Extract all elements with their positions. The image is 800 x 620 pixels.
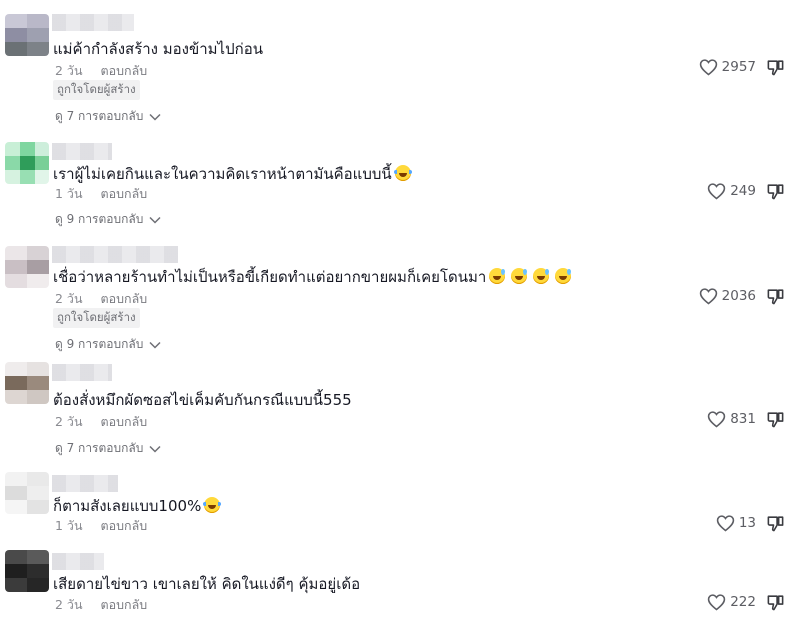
like-button[interactable]: 2957: [699, 58, 756, 76]
dislike-button[interactable]: [766, 287, 785, 310]
comment-date: 2 วัน: [55, 414, 83, 429]
username-blurred[interactable]: [52, 246, 178, 263]
grinning-face-with-sweat-icon: [489, 268, 506, 284]
comment-meta: 1 วัน ตอบกลับ: [55, 184, 147, 204]
creator-liked-badge: ถูกใจโดยผู้สร้าง: [53, 80, 140, 100]
thumbs-down-icon: [766, 412, 785, 433]
heart-outline-icon: [699, 58, 718, 76]
reply-button[interactable]: ตอบกลับ: [100, 289, 147, 309]
comment-text: เราผู้ไม่เคยกินและในความคิดเราหน้าตามันค…: [53, 162, 412, 186]
thumbs-down-icon: [766, 289, 785, 310]
comment-date: 2 วัน: [55, 291, 83, 306]
like-count: 831: [730, 411, 756, 427]
dislike-button[interactable]: [766, 514, 785, 537]
like-count: 2957: [721, 59, 756, 75]
view-replies-button[interactable]: ดู 9 การตอบกลับ: [55, 210, 161, 229]
avatar[interactable]: [5, 550, 49, 592]
comment-text: ก็ตามสังเลยแบบ100%: [53, 494, 222, 518]
comment-meta: 2 วัน ตอบกลับ: [55, 289, 147, 309]
reply-button[interactable]: ตอบกลับ: [100, 412, 147, 432]
like-count: 2036: [721, 288, 756, 304]
like-count: 249: [730, 183, 756, 199]
comment-meta: 2 วัน ตอบกลับ: [55, 595, 147, 615]
dislike-button[interactable]: [766, 593, 785, 616]
reply-button[interactable]: ตอบกลับ: [100, 61, 147, 81]
like-button[interactable]: 222: [707, 593, 756, 611]
comment-text: แม่ค้ากำลังสร้าง มองข้ามไปก่อน: [53, 40, 263, 58]
dislike-button[interactable]: [766, 182, 785, 205]
thumbs-down-icon: [766, 184, 785, 205]
username-blurred[interactable]: [52, 553, 104, 570]
grinning-face-with-sweat-icon: [511, 268, 528, 284]
like-button[interactable]: 13: [716, 514, 756, 532]
heart-outline-icon: [707, 182, 726, 200]
reply-button[interactable]: ตอบกลับ: [100, 184, 147, 204]
reply-button[interactable]: ตอบกลับ: [100, 516, 147, 536]
username-blurred[interactable]: [52, 475, 118, 492]
comment-date: 1 วัน: [55, 186, 83, 201]
face-with-tears-of-joy-icon: [203, 497, 222, 513]
view-replies-button[interactable]: ดู 9 การตอบกลับ: [55, 335, 161, 354]
like-count: 13: [738, 515, 756, 531]
comment-meta: 1 วัน ตอบกลับ: [55, 516, 147, 536]
chevron-down-icon: [149, 338, 161, 352]
like-button[interactable]: 249: [707, 182, 756, 200]
dislike-button[interactable]: [766, 58, 785, 81]
avatar[interactable]: [5, 142, 49, 184]
comment-meta: 2 วัน ตอบกลับ: [55, 61, 147, 81]
comment-date: 2 วัน: [55, 63, 83, 78]
heart-outline-icon: [707, 593, 726, 611]
like-count: 222: [730, 594, 756, 610]
like-button[interactable]: 2036: [699, 287, 756, 305]
comment-date: 1 วัน: [55, 518, 83, 533]
heart-outline-icon: [707, 410, 726, 428]
grinning-face-with-sweat-icon: [555, 268, 572, 284]
thumbs-down-icon: [766, 516, 785, 537]
chevron-down-icon: [149, 110, 161, 124]
heart-outline-icon: [699, 287, 718, 305]
comment-text: เชื่อว่าหลายร้านทำไม่เป็นหรือขี้เกียดทำแ…: [53, 265, 572, 289]
reply-button[interactable]: ตอบกลับ: [100, 595, 147, 615]
thumbs-down-icon: [766, 595, 785, 616]
thumbs-down-icon: [766, 60, 785, 81]
view-replies-button[interactable]: ดู 7 การตอบกลับ: [55, 439, 161, 458]
creator-liked-badge: ถูกใจโดยผู้สร้าง: [53, 308, 140, 328]
username-blurred[interactable]: [52, 364, 112, 381]
face-with-tears-of-joy-icon: [393, 165, 412, 181]
comment-text: เสียดายไข่ขาว เขาเลยให้ คิดในแง่ดีๆ คุ้ม…: [53, 575, 361, 593]
avatar[interactable]: [5, 362, 49, 404]
comment-meta: 2 วัน ตอบกลับ: [55, 412, 147, 432]
chevron-down-icon: [149, 213, 161, 227]
avatar[interactable]: [5, 472, 49, 514]
grinning-face-with-sweat-icon: [533, 268, 550, 284]
chevron-down-icon: [149, 442, 161, 456]
username-blurred[interactable]: [52, 143, 112, 160]
like-button[interactable]: 831: [707, 410, 756, 428]
view-replies-button[interactable]: ดู 7 การตอบกลับ: [55, 107, 161, 126]
username-blurred[interactable]: [52, 14, 134, 31]
avatar[interactable]: [5, 14, 49, 56]
avatar[interactable]: [5, 246, 49, 288]
heart-outline-icon: [716, 514, 735, 532]
comment-text: ต้องสั่งหมึกผัดซอสไข่เค็มคับกันกรณีแบบนี…: [53, 391, 352, 409]
dislike-button[interactable]: [766, 410, 785, 433]
comment-date: 2 วัน: [55, 597, 83, 612]
